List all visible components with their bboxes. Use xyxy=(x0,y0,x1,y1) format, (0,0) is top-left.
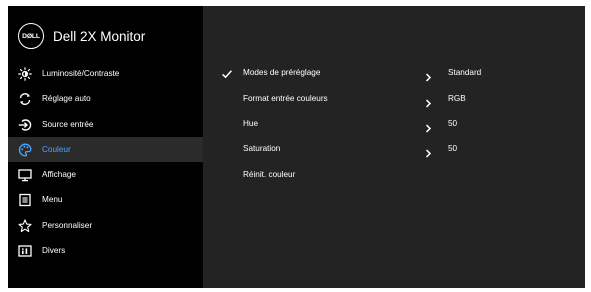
display-icon xyxy=(18,168,32,182)
chevron-right-icon xyxy=(425,95,432,108)
menu-item-label: Réglage auto xyxy=(42,94,91,104)
menu-item-reglage-auto[interactable]: Réglage auto xyxy=(8,86,203,111)
setting-value: RGB xyxy=(448,94,466,103)
main-menu: Luminosité/Contraste Réglage auto Source… xyxy=(8,61,203,263)
menu-item-label: Affichage xyxy=(42,170,76,180)
menu-icon xyxy=(18,193,32,207)
menu-item-divers[interactable]: Divers xyxy=(8,238,203,263)
color-settings-panel: Modes de préréglage Standard Format entr… xyxy=(203,6,585,288)
setting-row-input-color-format[interactable]: Format entrée couleurs RGB xyxy=(203,93,585,108)
menu-item-affichage[interactable]: Affichage xyxy=(8,162,203,187)
menu-item-label: Couleur xyxy=(42,144,71,154)
monitor-osd: DØLL Dell 2X Monitor Luminosité/Contrast… xyxy=(8,6,585,288)
setting-row-saturation[interactable]: Saturation 50 xyxy=(203,143,585,158)
chevron-right-icon xyxy=(425,69,432,82)
setting-label: Réinit. couleur xyxy=(243,170,296,179)
setting-value: Standard xyxy=(448,68,482,77)
menu-item-label: Luminosité/Contraste xyxy=(42,69,120,78)
menu-item-couleur[interactable]: Couleur xyxy=(8,136,203,163)
setting-label: Hue xyxy=(243,119,259,128)
menu-item-label: Divers xyxy=(42,246,66,256)
menu-item-label: Menu xyxy=(42,195,63,205)
setting-row-reset-color[interactable]: Réinit. couleur xyxy=(203,169,585,183)
menu-item-personnaliser[interactable]: Personnaliser xyxy=(8,213,203,238)
menu-item-luminosite-contraste[interactable]: Luminosité/Contraste xyxy=(8,61,203,86)
info-icon xyxy=(18,244,32,258)
menu-item-label: Personnaliser xyxy=(42,220,93,230)
dell-logo: DØLL xyxy=(18,23,44,49)
sidebar: DØLL Dell 2X Monitor Luminosité/Contrast… xyxy=(8,6,203,288)
auto-adjust-icon xyxy=(18,92,32,106)
setting-label: Format entrée couleurs xyxy=(243,94,328,103)
menu-item-source-entree[interactable]: Source entrée xyxy=(8,112,203,137)
setting-label: Modes de préréglage xyxy=(243,68,321,77)
setting-label: Saturation xyxy=(243,144,281,153)
brand-header: DØLL Dell 2X Monitor xyxy=(18,23,145,49)
setting-row-preset-modes[interactable]: Modes de préréglage Standard xyxy=(203,67,585,82)
brightness-icon xyxy=(18,67,32,81)
check-icon xyxy=(221,67,233,79)
input-source-icon xyxy=(18,118,32,132)
chevron-right-icon xyxy=(425,120,432,133)
setting-row-hue[interactable]: Hue 50 xyxy=(203,118,585,133)
star-icon xyxy=(18,219,32,233)
setting-value: 50 xyxy=(448,144,458,153)
color-palette-icon xyxy=(18,143,32,157)
menu-item-label: Source entrée xyxy=(42,119,94,129)
monitor-title: Dell 2X Monitor xyxy=(53,28,146,44)
chevron-right-icon xyxy=(425,145,432,158)
menu-item-menu[interactable]: Menu xyxy=(8,187,203,212)
setting-value: 50 xyxy=(448,119,458,128)
